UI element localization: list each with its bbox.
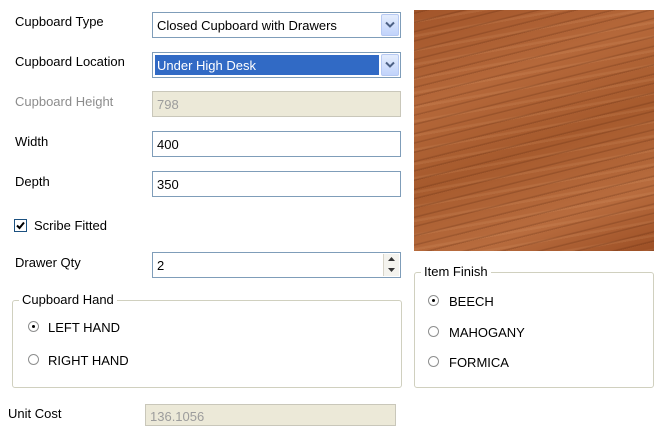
depth-field[interactable]: 350 [152, 171, 401, 197]
mahogany-label: MAHOGANY [449, 325, 525, 340]
cupboard-type-dropdown-button[interactable] [381, 14, 399, 36]
scribe-fitted-checkbox[interactable] [14, 219, 27, 232]
unit-cost-value: 136.1056 [150, 409, 205, 424]
formica-label: FORMICA [449, 355, 509, 370]
width-value: 400 [157, 137, 179, 152]
cupboard-type-select[interactable]: Closed Cupboard with Drawers [152, 12, 401, 38]
right-hand-label: RIGHT HAND [48, 353, 129, 368]
left-hand-label: LEFT HAND [48, 320, 120, 335]
formica-radio[interactable] [428, 356, 439, 367]
beech-radio[interactable] [428, 295, 439, 306]
spin-up-button[interactable] [384, 254, 399, 265]
cupboard-type-label: Cupboard Type [15, 14, 104, 29]
scribe-fitted-label: Scribe Fitted [34, 218, 107, 233]
depth-value: 350 [157, 177, 179, 192]
drawer-qty-field[interactable]: 2 [152, 252, 401, 278]
left-hand-radio[interactable] [28, 321, 39, 332]
cupboard-location-select[interactable]: Under High Desk [152, 52, 401, 78]
beech-label: BEECH [449, 294, 494, 309]
drawer-qty-value: 2 [157, 258, 165, 273]
cupboard-location-label: Cupboard Location [15, 54, 125, 69]
depth-label: Depth [15, 174, 50, 189]
drawer-qty-label: Drawer Qty [15, 255, 81, 270]
cupboard-height-field: 798 [152, 91, 401, 117]
unit-cost-field: 136.1056 [145, 404, 396, 426]
width-label: Width [15, 134, 49, 149]
finish-preview-image [414, 10, 654, 251]
right-hand-radio[interactable] [28, 354, 39, 365]
item-finish-legend: Item Finish [421, 264, 491, 279]
spin-down-button[interactable] [384, 265, 399, 276]
cupboard-hand-group: Cupboard Hand [12, 292, 402, 388]
cupboard-height-value: 798 [157, 97, 179, 112]
cupboard-height-label: Cupboard Height [15, 94, 114, 109]
mahogany-radio[interactable] [428, 326, 439, 337]
cupboard-location-value: Under High Desk [157, 58, 256, 73]
width-field[interactable]: 400 [152, 131, 401, 157]
cupboard-type-value: Closed Cupboard with Drawers [157, 18, 337, 33]
drawer-qty-spinner[interactable] [383, 254, 399, 276]
cupboard-hand-legend: Cupboard Hand [19, 292, 117, 307]
cupboard-location-dropdown-button[interactable] [381, 54, 399, 76]
unit-cost-label: Unit Cost [8, 406, 62, 421]
